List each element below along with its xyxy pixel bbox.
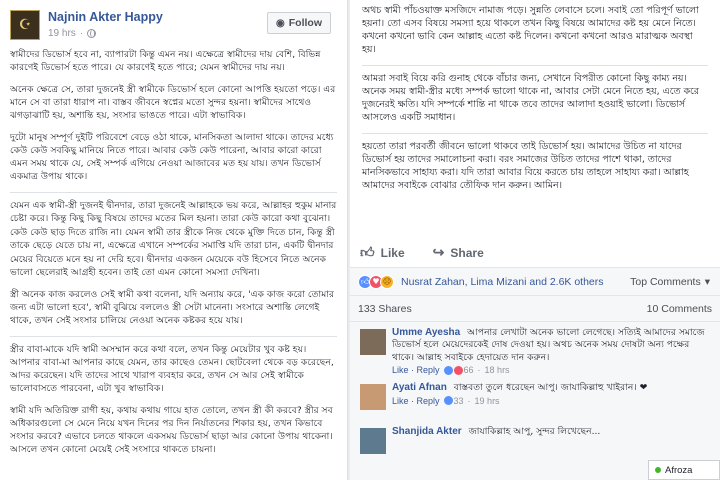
divider [362, 133, 708, 134]
share-label: Share [450, 245, 484, 260]
counts-row: 133 Shares 10 Comments [350, 296, 720, 322]
comment-body: Ayati Afnan বাস্তবতা তুলে ধরেছেন আপু। জা… [392, 382, 712, 394]
comment-text: জাযাকিল্লাহ আপু, সুন্দর লিখেছেন... [468, 426, 601, 438]
globe-icon [87, 29, 97, 38]
comment: Shanjida Akter জাযাকিল্লাহ আপু, সুন্দর ল… [350, 421, 720, 465]
chat-contact-name: Afroza [665, 464, 693, 476]
post-panel-right: অথচ স্বামী পাঁচওয়াক্ত মসজিদে নামাজ পড়ে… [350, 0, 720, 480]
divider [10, 336, 337, 338]
post-body-continued: অথচ স্বামী পাঁচওয়াক্ত মসজিদে নামাজ পড়ে… [350, 0, 720, 192]
comment-actions[interactable]: Like · Reply [392, 396, 440, 406]
post-paragraph: স্বামীদের ডিভোর্স হবে না, ব্যাপারটা কিন্… [10, 49, 321, 73]
comment-body: Shanjida Akter জাযাকিল্লাহ আপু, সুন্দর ল… [392, 426, 712, 438]
comment-reaction-count: 66 [463, 365, 474, 376]
post-paragraph: আমরা সবাই বিয়ে করি গুনাহ থেকে বাঁচার জন… [362, 73, 699, 123]
post-paragraph: অথচ স্বামী পাঁচওয়াক্ত মসজিদে নামাজ পড়ে… [362, 5, 699, 55]
commenter-name[interactable]: Ayati Afnan [392, 382, 447, 393]
post-actions: 👍︎ Like ↪ Share [350, 238, 720, 268]
love-reaction-icon [453, 365, 463, 375]
comment-reactions[interactable]: 66 [443, 365, 474, 376]
author-avatar[interactable]: ☪ [10, 10, 40, 40]
commenter-name[interactable]: Umme Ayesha [392, 327, 460, 338]
post-panel-left: ☪ Najnin Akter Happy 19 hrs · ◉ Follow স… [0, 0, 348, 480]
shares-count[interactable]: 133 Shares [358, 303, 412, 315]
like-label: Like [380, 245, 405, 260]
reaction-badges[interactable]: 👍︎ ♥ ☹ [358, 274, 394, 289]
post-paragraph: হয়তো তারা পরবর্তী জীবনে ভালো থাকবে তাই … [362, 141, 689, 191]
comment-reaction-count: 33 [453, 395, 464, 406]
share-icon: ↪ [432, 244, 445, 260]
rss-icon: ◉ [276, 17, 285, 29]
commenter-name[interactable]: Shanjida Akter [392, 426, 462, 437]
follow-button[interactable]: ◉ Follow [267, 12, 331, 34]
comment-meta: Like · Reply 66 · 18 hrs [392, 365, 510, 376]
post-paragraph: স্বামী যদি অতিরিক্ত রাগী হয়, কথায় কথায… [10, 405, 333, 456]
comment-actions[interactable]: Like · Reply [392, 365, 440, 375]
thumbs-up-icon: 👍︎ [360, 244, 375, 260]
top-comments-label: Top Comments [630, 275, 701, 288]
like-button[interactable]: 👍︎ Like [360, 244, 405, 261]
commenter-avatar[interactable] [360, 329, 386, 355]
comment: Umme Ayesha আপনার লেখাটা অনেক ভালো লেগেছ… [350, 322, 720, 377]
comment-reactions[interactable]: 33 [443, 395, 464, 406]
commenter-avatar[interactable] [360, 384, 386, 411]
chat-tab[interactable]: Afroza [648, 460, 720, 480]
chevron-down-icon: ▾ [704, 275, 710, 288]
divider [10, 192, 337, 193]
like-reaction-icon [443, 396, 453, 406]
comment-body: Umme Ayesha আপনার লেখাটা অনেক ভালো লেগেছ… [392, 327, 712, 364]
comment-text: বাস্তবতা তুলে ধরেছেন আপু। জাযাকিল্লাহু খ… [453, 382, 648, 394]
sad-reaction-icon: ☹ [380, 274, 394, 289]
comment-age[interactable]: 19 hrs [475, 396, 500, 406]
feedback-section: 👍︎ ♥ ☹ Nusrat Zahan, Lima Mizani and 2.6… [350, 268, 720, 480]
like-reaction-icon [443, 365, 453, 375]
post-body: স্বামীদের ডিভোর্স হবে না, ব্যাপারটা কিন্… [0, 48, 347, 456]
reactions-row: 👍︎ ♥ ☹ Nusrat Zahan, Lima Mizani and 2.6… [350, 268, 720, 296]
reactions-summary[interactable]: Nusrat Zahan, Lima Mizani and 2.6K other… [401, 276, 604, 288]
comment-age[interactable]: 18 hrs [485, 365, 510, 375]
post-meta: 19 hrs · [48, 28, 97, 39]
comment-meta: Like · Reply 33 · 19 hrs [392, 395, 500, 406]
post-paragraph: স্ত্রীর বাবা-মাকে যদি স্বামী অসম্মান করে… [10, 344, 334, 395]
divider [362, 65, 708, 66]
comments-count[interactable]: 10 Comments [647, 303, 712, 315]
comment: Ayati Afnan বাস্তবতা তুলে ধরেছেন আপু। জা… [350, 377, 720, 421]
post-paragraph: স্ত্রী অনেক কাজ করলেও সেই স্বামী কথা বলে… [10, 289, 335, 327]
follow-label: Follow [288, 17, 322, 29]
share-button[interactable]: ↪ Share [433, 244, 484, 261]
post-header: ☪ Najnin Akter Happy 19 hrs · ◉ Follow [0, 0, 347, 48]
post-paragraph: যেমন এক স্বামী-স্ত্রী দুজনই দ্বীনদার, তা… [10, 200, 337, 279]
author-name[interactable]: Najnin Akter Happy [48, 10, 163, 24]
post-paragraph: দুটো মানুষ সম্পূর্ণ দুইটি পরিবেশে বেড়ে … [10, 132, 334, 182]
post-paragraph: অনেক ক্ষেত্রে সে, তারা দুজনেই স্ত্রী স্ব… [10, 84, 336, 121]
commenter-avatar[interactable] [360, 428, 386, 455]
online-status-icon [655, 467, 661, 473]
top-comments-dropdown[interactable]: Top Comments ▾ [630, 276, 710, 288]
post-time[interactable]: 19 hrs [48, 28, 76, 39]
